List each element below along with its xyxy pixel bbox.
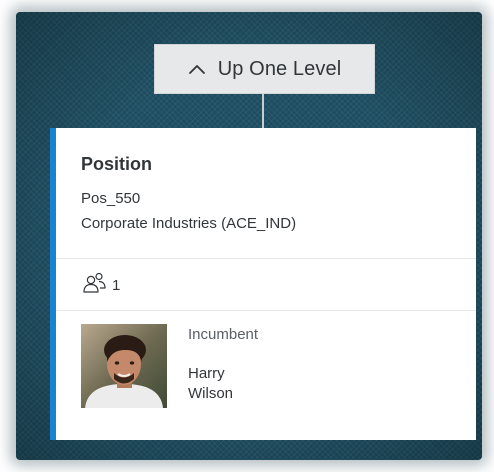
card-title: Position [81, 154, 152, 174]
card-header: Position Pos_550 Corporate Industries (A… [81, 154, 466, 232]
chevron-up-icon [188, 63, 206, 75]
divider [56, 258, 476, 259]
organization-name: Corporate Industries (ACE_IND) [81, 215, 297, 232]
screenshot-frame: Up One Level Position Pos_550 Corporate … [0, 0, 494, 472]
people-count: 1 [112, 277, 121, 294]
up-one-level-label: Up One Level [217, 57, 342, 80]
avatar[interactable] [81, 324, 167, 408]
people-count-row[interactable]: 1 [82, 272, 120, 299]
divider [56, 310, 476, 311]
incumbent-name[interactable]: Harry Wilson [188, 364, 233, 404]
people-group-icon [82, 272, 108, 299]
first-name: Harry [188, 365, 225, 382]
position-id: Pos_550 [81, 190, 141, 207]
incumbent-label: Incumbent [188, 326, 259, 343]
up-one-level-button[interactable]: Up One Level [154, 44, 375, 94]
position-card[interactable]: Position Pos_550 Corporate Industries (A… [50, 128, 476, 440]
last-name: Wilson [188, 385, 234, 402]
connector-line [262, 94, 264, 128]
